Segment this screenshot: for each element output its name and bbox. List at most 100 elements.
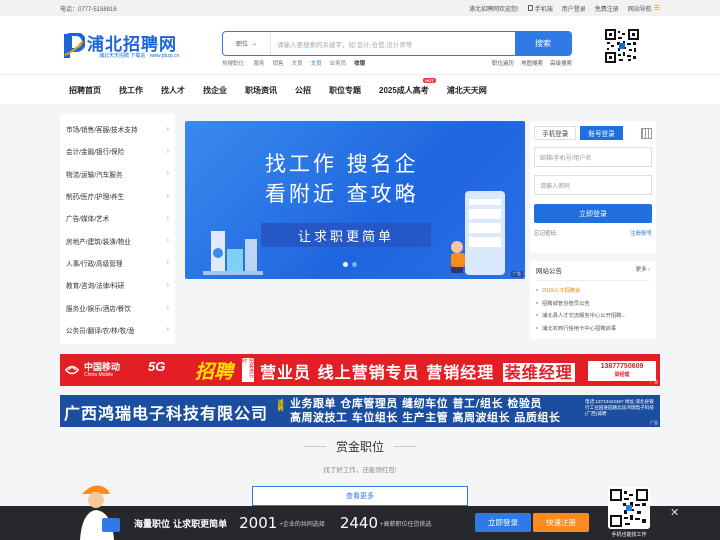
chevron-right-icon: ›	[166, 237, 169, 245]
promo-slogan: 海量职位 让求职更简单	[134, 519, 228, 530]
chevron-right-icon: ›	[166, 192, 169, 200]
ad-job-list: 营业员 线上营销专员 营销经理 装维经理	[260, 363, 575, 382]
notice-item[interactable]: 2019人才招聘会	[536, 284, 650, 297]
chevron-right-icon: ›	[166, 214, 169, 222]
company-name: 广西鸿瑞电子科技有限公司	[64, 404, 269, 423]
nav-news[interactable]: 职场资讯	[236, 85, 286, 96]
hot-item[interactable]: 文员	[292, 59, 303, 67]
close-icon[interactable]: ✕	[670, 506, 679, 519]
category-item[interactable]: 教育/咨询/法律/科研 ›	[66, 274, 169, 296]
section-title: 赏金职位	[60, 438, 660, 455]
promo-login-button[interactable]: 立即登录	[475, 513, 531, 532]
menu-icon: ☰	[653, 5, 660, 12]
ad-tag: 广告	[511, 271, 523, 277]
qr-login-icon[interactable]	[641, 128, 652, 139]
category-item[interactable]: 市场/销售/客服/技术支持 ›	[66, 118, 169, 140]
category-sidebar: 市场/销售/客服/技术支持 › 会计/金融/银行/保险 › 物流/运输/汽车服务 › …	[60, 114, 175, 344]
tab-account-login[interactable]: 账号登录	[580, 126, 623, 140]
banner-slogan: 让求职更简单	[261, 223, 431, 247]
mobile-link[interactable]: 手机端	[527, 4, 553, 13]
job-browse-link[interactable]: 职位遍历	[492, 59, 514, 67]
notice-more-link[interactable]: 更多 ›	[636, 265, 650, 275]
5g-label: 5G	[148, 359, 166, 374]
register-account-link[interactable]: 注册账号	[630, 229, 652, 237]
app-qr-block: 手机也能找工作	[598, 473, 660, 540]
chevron-right-icon: ›	[166, 326, 169, 334]
register-link[interactable]: 免费注册	[595, 4, 619, 13]
chevron-down-icon: ⌄	[251, 41, 258, 47]
nav-public-recruit[interactable]: 公招	[286, 85, 320, 96]
logo-subtext: 浦北天天招聘 下载站 · www.pbzp.cn	[99, 53, 180, 59]
ad-job-list: 业务跟单 仓库管理员 缝纫车位 普工/组长 检验员 高周波技工 车位组长 生产主…	[290, 397, 561, 424]
china-mobile-ad[interactable]: 中国移动 China Mobile 5G 招聘 招募进行时 营业员 线上营销专员…	[60, 354, 660, 386]
login-button[interactable]: 立即登录	[534, 204, 652, 223]
category-item[interactable]: 会计/金融/银行/保险 ›	[66, 140, 169, 162]
header: 浦北招聘网 浦北天天招聘 下载站 · www.pbzp.cn 职位 ⌄ 请输入要搜…	[0, 16, 720, 74]
category-item[interactable]: 广告/媒体/艺术 ›	[66, 207, 169, 229]
notice-item[interactable]: 浦北县人才交流服务中心公开招聘...	[536, 309, 650, 322]
notice-panel: 网站公告 更多 › 2019人才招聘会 招聘城管协管员公告 浦北县人才交流服务中…	[530, 261, 656, 339]
advanced-search-link[interactable]: 高级搜索	[550, 59, 572, 67]
login-panel: 手机登录 账号登录 邮箱/手机号/用户名 请输入密码 立即登录 忘记密码 注册账…	[530, 121, 656, 253]
hot-item[interactable]: 收银	[354, 59, 365, 67]
search-type-select[interactable]: 职位 ⌄	[223, 32, 271, 55]
ad-tag: 广告	[650, 379, 658, 384]
carousel-dots	[343, 262, 357, 267]
recruit-tag: 诚聘	[276, 399, 282, 411]
notice-title: 网站公告	[536, 268, 562, 275]
job-count-label: +高薪职位任您挑选	[380, 521, 432, 528]
map-search-link[interactable]: 地图搜索	[521, 59, 543, 67]
qr-code-icon	[604, 28, 640, 64]
category-item[interactable]: 服务业/娱乐/酒店/餐饮 ›	[66, 296, 169, 318]
welcome-text: 浦北招聘网欢迎您!	[469, 6, 519, 13]
category-item[interactable]: 制药/医疗/护理/养生 ›	[66, 185, 169, 207]
nav-pubei-daily[interactable]: 浦北天天网	[438, 85, 496, 96]
category-item[interactable]: 房地产/建筑/装潢/物业 ›	[66, 229, 169, 251]
carousel-dot[interactable]	[343, 262, 348, 267]
job-count: 2440	[339, 514, 379, 532]
recruit-label: 招聘	[195, 361, 234, 383]
qr-caption: 手机也能找工作	[611, 532, 647, 538]
site-logo[interactable]: 浦北招聘网 浦北天天招聘 下载站 · www.pbzp.cn	[63, 30, 213, 66]
app-qr-code-icon	[608, 487, 650, 529]
phone-illustration-icon	[451, 191, 505, 275]
hot-item[interactable]: 业务员	[330, 59, 347, 67]
nav-find-company[interactable]: 找企业	[194, 85, 236, 96]
chevron-right-icon: ›	[166, 259, 169, 267]
section-subtitle: 找了好工作，还能领红包!	[323, 467, 397, 474]
nav-find-job[interactable]: 找工作	[110, 85, 152, 96]
notice-item[interactable]: 招聘城管协管员公告	[536, 297, 650, 310]
search-bar: 职位 ⌄ 请输入要搜索的关键字，如:会计,仓管,设计师等 搜索	[222, 31, 572, 56]
chevron-right-icon: ›	[166, 147, 169, 155]
category-item[interactable]: 公务员/翻译/农/林/牧/渔 ›	[66, 319, 169, 341]
hot-item[interactable]: 服务	[254, 59, 265, 67]
hot-item[interactable]: 文员	[311, 59, 322, 67]
login-link[interactable]: 用户登录	[562, 4, 586, 13]
china-mobile-logo: 中国移动 China Mobile	[64, 358, 124, 382]
password-field[interactable]: 请输入密码	[534, 175, 652, 195]
forgot-password-link[interactable]: 忘记密码	[534, 229, 556, 237]
chevron-right-icon: ›	[648, 267, 650, 273]
carousel-dot[interactable]	[352, 262, 357, 267]
site-nav-link[interactable]: 网站导航 ☰	[628, 4, 660, 13]
nav-adult-exam[interactable]: 2025成人高考 HOT	[370, 77, 438, 96]
search-input[interactable]: 请输入要搜索的关键字，如:会计,仓管,设计师等	[271, 32, 515, 55]
main-nav: 招聘首页 找工作 找人才 找企业 职场资讯 公招 职位专题 2025成人高考 HO…	[0, 74, 720, 104]
nav-home[interactable]: 招聘首页	[60, 85, 110, 96]
notice-item[interactable]: 浦北农商行信用卡中心招聘启事	[536, 322, 650, 335]
nav-topics[interactable]: 职位专题	[320, 85, 370, 96]
category-item[interactable]: 物流/运输/汽车服务 ›	[66, 163, 169, 185]
hot-searches: 热搜职位: 服务 销售 文员 文员 业务员 收银 职位遍历 地图搜索 高级搜索	[222, 59, 572, 67]
hot-item[interactable]: 销售	[273, 59, 284, 67]
search-button[interactable]: 搜索	[515, 32, 571, 55]
ad-tag: 广告	[650, 420, 658, 425]
username-field[interactable]: 邮箱/手机号/用户名	[534, 147, 652, 167]
nav-find-talent[interactable]: 找人才	[152, 85, 194, 96]
hongrui-ad[interactable]: 广西鸿瑞电子科技有限公司 诚聘 业务跟单 仓库管理员 缝纫车位 普工/组长 检验…	[60, 395, 660, 427]
hero-banner[interactable]: 找工作 搜名企 看附近 查攻略 让求职更简单 广告	[185, 121, 525, 279]
category-item[interactable]: 人事/行政/高级管理 ›	[66, 252, 169, 274]
bounty-section: 赏金职位 找了好工作，还能领红包! 查看更多	[60, 438, 660, 506]
tab-phone-login[interactable]: 手机登录	[534, 126, 577, 140]
view-more-button[interactable]: 查看更多	[252, 486, 468, 506]
promo-register-button[interactable]: 快速注册	[533, 513, 589, 532]
